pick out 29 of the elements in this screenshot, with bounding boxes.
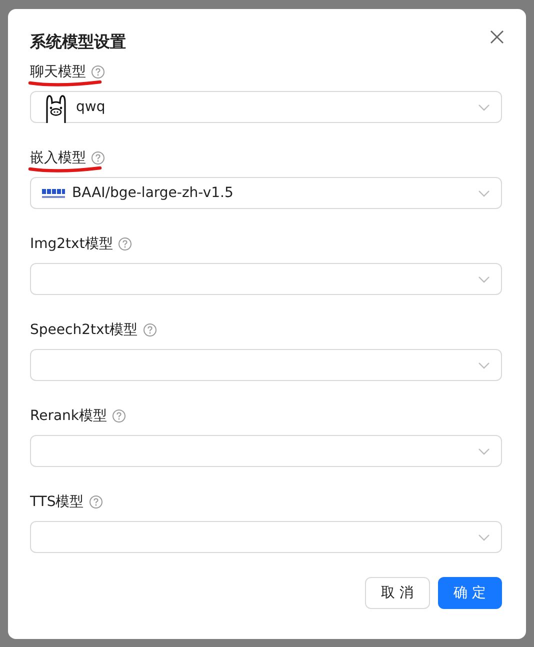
field-label: 嵌入模型 [30, 149, 86, 167]
field-label: Speech2txt模型 [30, 321, 138, 339]
confirm-button[interactable]: 确 定 [438, 577, 502, 609]
field-label: Rerank模型 [30, 407, 108, 425]
cancel-button[interactable]: 取 消 [365, 577, 430, 609]
help-icon [142, 323, 157, 337]
chevron-down-icon [478, 104, 490, 110]
chevron-down-icon [478, 362, 490, 368]
model-select[interactable] [30, 263, 502, 295]
close-icon[interactable] [489, 29, 505, 45]
dialog-title: 系统模型设置 [30, 32, 126, 52]
help-icon [118, 237, 132, 251]
field-label: Img2txt模型 [30, 235, 113, 253]
help-icon [91, 151, 105, 165]
field-label: TTS模型 [30, 493, 84, 511]
model-select[interactable]: qwq [30, 91, 502, 123]
chevron-down-icon [478, 534, 490, 540]
model-select[interactable]: BAAI/bge-large-zh-v1.5 [30, 177, 502, 209]
logo-icon [42, 188, 66, 198]
help-icon [88, 495, 103, 509]
help-icon [112, 409, 126, 423]
model-select[interactable] [30, 349, 502, 381]
model-select[interactable] [30, 521, 502, 553]
model-select[interactable] [30, 435, 502, 467]
help-icon [91, 65, 105, 79]
chevron-down-icon [478, 276, 490, 282]
chevron-down-icon [478, 448, 490, 454]
chevron-down-icon [478, 190, 490, 196]
field-label: 聊天模型 [30, 63, 86, 81]
